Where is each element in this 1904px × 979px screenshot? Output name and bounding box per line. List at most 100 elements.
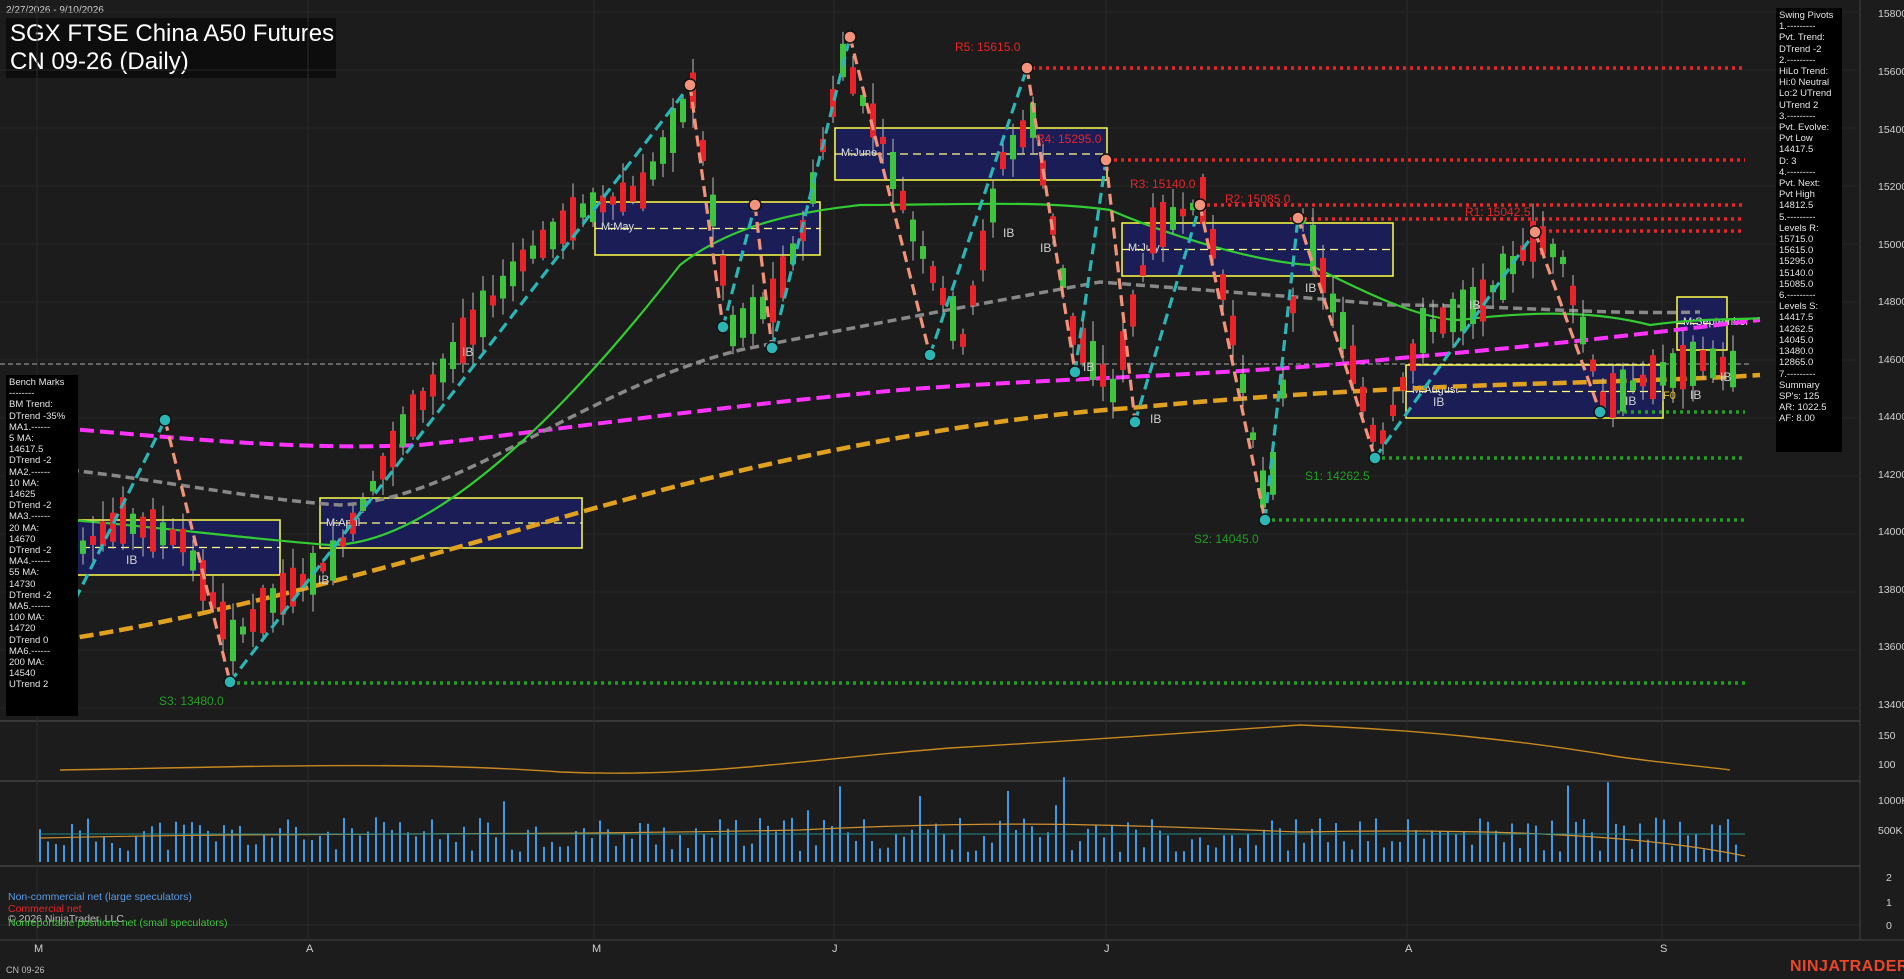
candle-body bbox=[1020, 120, 1026, 148]
candle-body bbox=[90, 535, 96, 546]
indicator-line bbox=[59, 724, 1731, 774]
candle-body bbox=[650, 161, 656, 180]
candle-body bbox=[1140, 265, 1146, 276]
ninjatrader-logo: NINJATRADER bbox=[1790, 958, 1904, 975]
candle-body bbox=[1220, 274, 1226, 301]
candle-body bbox=[140, 516, 146, 538]
month-label: S bbox=[1660, 943, 1668, 955]
swing-line bbox=[848, 36, 932, 356]
indicator-axis-label: 100 bbox=[1878, 759, 1896, 771]
level-label-r3: R3: 15140.0 bbox=[1130, 177, 1196, 191]
swing-line bbox=[770, 36, 852, 349]
candle-body bbox=[1400, 377, 1406, 391]
candle-body bbox=[660, 137, 666, 164]
candle-body bbox=[180, 528, 186, 553]
swing-low-marker bbox=[1593, 405, 1607, 419]
candle-body bbox=[890, 151, 896, 190]
candle-body bbox=[170, 529, 176, 546]
ib-marker: IB bbox=[126, 553, 137, 567]
legend-nonreportable: Nonreportable positions net (small specu… bbox=[8, 917, 228, 929]
level-label-r1: R1: 15042.5 bbox=[1465, 205, 1531, 219]
candle-body bbox=[620, 182, 626, 212]
cot-axis-label: 2 bbox=[1886, 872, 1892, 884]
candle-body bbox=[390, 430, 396, 468]
ib-marker: IB bbox=[1040, 241, 1051, 255]
candle-body bbox=[1150, 207, 1156, 254]
month-label: M bbox=[592, 943, 602, 955]
level-label-r5: R5: 15615.0 bbox=[955, 40, 1021, 54]
candle-body bbox=[1370, 424, 1376, 442]
price-axis-label: 15200.0 bbox=[1878, 181, 1904, 193]
candle-body bbox=[910, 219, 916, 242]
ib-marker: IB bbox=[1003, 226, 1014, 240]
level-label-f0: F0 bbox=[1663, 390, 1676, 402]
swing-low-marker bbox=[1128, 415, 1142, 429]
price-axis-label: 13600.0 bbox=[1878, 641, 1904, 653]
candle-body bbox=[750, 297, 756, 334]
candle-body bbox=[1430, 319, 1436, 332]
candle-body bbox=[470, 309, 476, 345]
price-axis-label: 14400.0 bbox=[1878, 411, 1904, 423]
candle-body bbox=[380, 455, 386, 480]
candle-body bbox=[440, 358, 446, 383]
ib-marker: IB bbox=[1625, 394, 1636, 408]
month-label: M bbox=[34, 943, 44, 955]
candle-body bbox=[430, 374, 436, 397]
candle-body bbox=[450, 342, 456, 369]
ib-marker: IB bbox=[1150, 412, 1161, 426]
candle-body bbox=[1310, 224, 1316, 272]
candle-body bbox=[530, 245, 536, 259]
candle-body bbox=[1450, 298, 1456, 333]
candle-body bbox=[1130, 294, 1136, 327]
instrument-footer: CN 09-26 bbox=[6, 965, 45, 975]
candle-body bbox=[740, 308, 746, 338]
candle-body bbox=[410, 394, 416, 437]
candle-body bbox=[960, 334, 966, 347]
candle-body bbox=[770, 278, 776, 323]
swing-high-marker bbox=[1528, 225, 1542, 239]
volume-axis-label: 1000K bbox=[1878, 795, 1904, 807]
candle-body bbox=[490, 295, 496, 306]
price-axis-label: 13800.0 bbox=[1878, 584, 1904, 596]
ib-marker: IB bbox=[1690, 388, 1701, 402]
candle-body bbox=[1670, 353, 1676, 388]
candle-body bbox=[240, 626, 246, 635]
candle-body bbox=[980, 230, 986, 271]
price-axis-label: 15800.0 bbox=[1878, 8, 1904, 20]
price-axis-label: 15600.0 bbox=[1878, 66, 1904, 78]
candle-body bbox=[1550, 243, 1556, 258]
candle-body bbox=[600, 195, 606, 213]
candle-body bbox=[850, 67, 856, 94]
candle-body bbox=[540, 229, 546, 258]
benchmarks-panel: Bench Marks -------- BM Trend: DTrend -3… bbox=[6, 375, 78, 716]
candle-body bbox=[1230, 315, 1236, 346]
ib-marker: IB bbox=[1720, 370, 1731, 384]
candle-body bbox=[550, 221, 556, 250]
level-label-r2: R2: 15085.0 bbox=[1225, 192, 1291, 206]
candle-body bbox=[950, 296, 956, 341]
candle-body bbox=[520, 249, 526, 272]
swing-high-marker bbox=[1020, 61, 1034, 75]
ib-marker: IB bbox=[462, 345, 473, 359]
candle-body bbox=[160, 522, 166, 546]
cot-axis-label: 1 bbox=[1886, 897, 1892, 909]
candle-body bbox=[1010, 135, 1016, 160]
candle-body bbox=[900, 190, 906, 211]
candle-body bbox=[230, 619, 236, 662]
candle-body bbox=[250, 609, 256, 632]
price-axis-label: 14600.0 bbox=[1878, 354, 1904, 366]
price-axis-label: 15000.0 bbox=[1878, 239, 1904, 251]
price-axis-label: 13400.0 bbox=[1878, 699, 1904, 711]
candle-body bbox=[640, 172, 646, 209]
candle-body bbox=[580, 203, 586, 218]
candle-body bbox=[200, 560, 206, 601]
month-label: J bbox=[1104, 943, 1110, 955]
candle-body bbox=[930, 266, 936, 283]
swing-high-marker bbox=[843, 30, 857, 44]
candle-body bbox=[1560, 256, 1566, 265]
candle-body bbox=[1260, 470, 1266, 508]
candle-body bbox=[1410, 343, 1416, 371]
candle-body bbox=[1100, 364, 1106, 387]
price-chart-canvas[interactable]: M:MarchM:AprilM:MayM:JuneM:JulyM:AugustM… bbox=[0, 0, 1904, 979]
candle-body bbox=[920, 246, 926, 259]
